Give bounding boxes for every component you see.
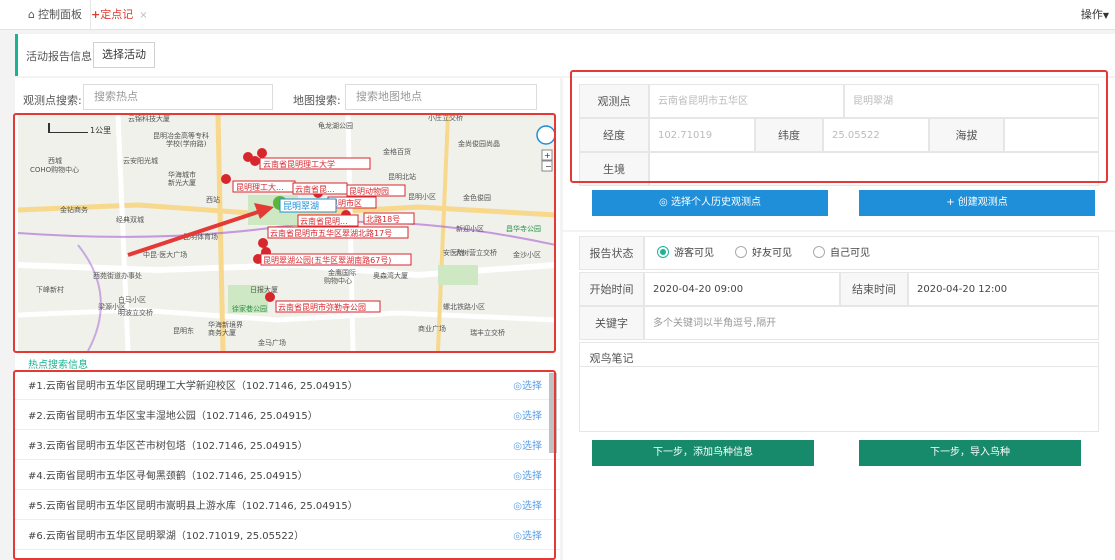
radio-icon [735,246,747,258]
tab-control-panel-label: 控制面板 [37,8,82,21]
map-search-label: 地图搜索: [293,94,341,107]
radio-friends[interactable]: 好友可见 [735,237,792,271]
obs-search-label: 观测点搜索: [23,94,82,107]
radio-icon-checked [657,246,669,258]
start-time-field[interactable]: 2020-04-20 09:00 [644,272,840,306]
radio-private-label: 自己可见 [830,248,870,259]
keyword-label: 关键字 [579,306,644,340]
hot-search-title: 热点搜索信息 [28,360,88,371]
radio-icon [813,246,825,258]
report-status-options: 游客可见 好友可见 自己可见 [644,236,1099,270]
keyword-input[interactable]: 多个关键词以半角逗号,隔开 [644,306,1099,340]
app-root: ⌂ 控制面板 +定点记 × 操作▼ 活动报告信息 选择活动 观测点搜索: 搜索热点 … [0,0,1115,560]
list-highlight-box [13,370,556,560]
notes-textarea[interactable] [579,366,1099,432]
create-point-button[interactable]: + 创建观测点 [859,190,1095,216]
next-import-species-button[interactable]: 下一步，导入鸟种 [859,440,1081,466]
operations-menu[interactable]: 操作▼ [1075,0,1115,30]
tab-fixed-point-record[interactable]: +定点记 × [83,0,156,30]
caret-down-icon: ▼ [1102,11,1109,20]
operations-label: 操作 [1080,8,1103,21]
radio-public-label: 游客可见 [674,248,714,259]
next-add-species-button[interactable]: 下一步，添加鸟种信息 [592,440,814,466]
select-activity-button[interactable]: 选择活动 [93,42,155,68]
radio-private[interactable]: 自己可见 [813,237,870,271]
obs-search-input[interactable]: 搜索热点 [83,84,273,110]
radio-public[interactable]: 游客可见 [657,237,714,271]
tab-bar: ⌂ 控制面板 +定点记 × 操作▼ [0,0,1115,30]
divider [563,230,1115,232]
right-panel: 观测点 云南省昆明市五华区 昆明翠湖 经度 102.71019 纬度 25.05… [563,70,1115,560]
tab-fixed-point-record-label: 定点记 [100,8,134,21]
end-time-label: 结束时间 [840,272,908,306]
end-time-field[interactable]: 2020-04-20 12:00 [908,272,1099,306]
report-status-label: 报告状态 [579,236,644,270]
obs-highlight-box [570,70,1108,183]
radio-friends-label: 好友可见 [752,248,792,259]
activity-report-title: 活动报告信息 [26,50,92,63]
tab-control-panel[interactable]: ⌂ 控制面板 [20,0,91,30]
start-time-label: 开始时间 [579,272,644,306]
map-highlight-box [13,113,556,353]
notes-header [579,342,1099,366]
map-search-input[interactable]: 搜索地图地点 [345,84,537,110]
left-panel: 观测点搜索: 搜索热点 地图搜索: 搜索地图地点 云锦科技大厦 昆明冶金高等专科… [13,78,560,560]
close-icon[interactable]: × [139,10,147,21]
history-point-button[interactable]: ◎ 选择个人历史观测点 [592,190,828,216]
home-icon: ⌂ [28,8,35,21]
plus-icon: + [91,8,101,21]
